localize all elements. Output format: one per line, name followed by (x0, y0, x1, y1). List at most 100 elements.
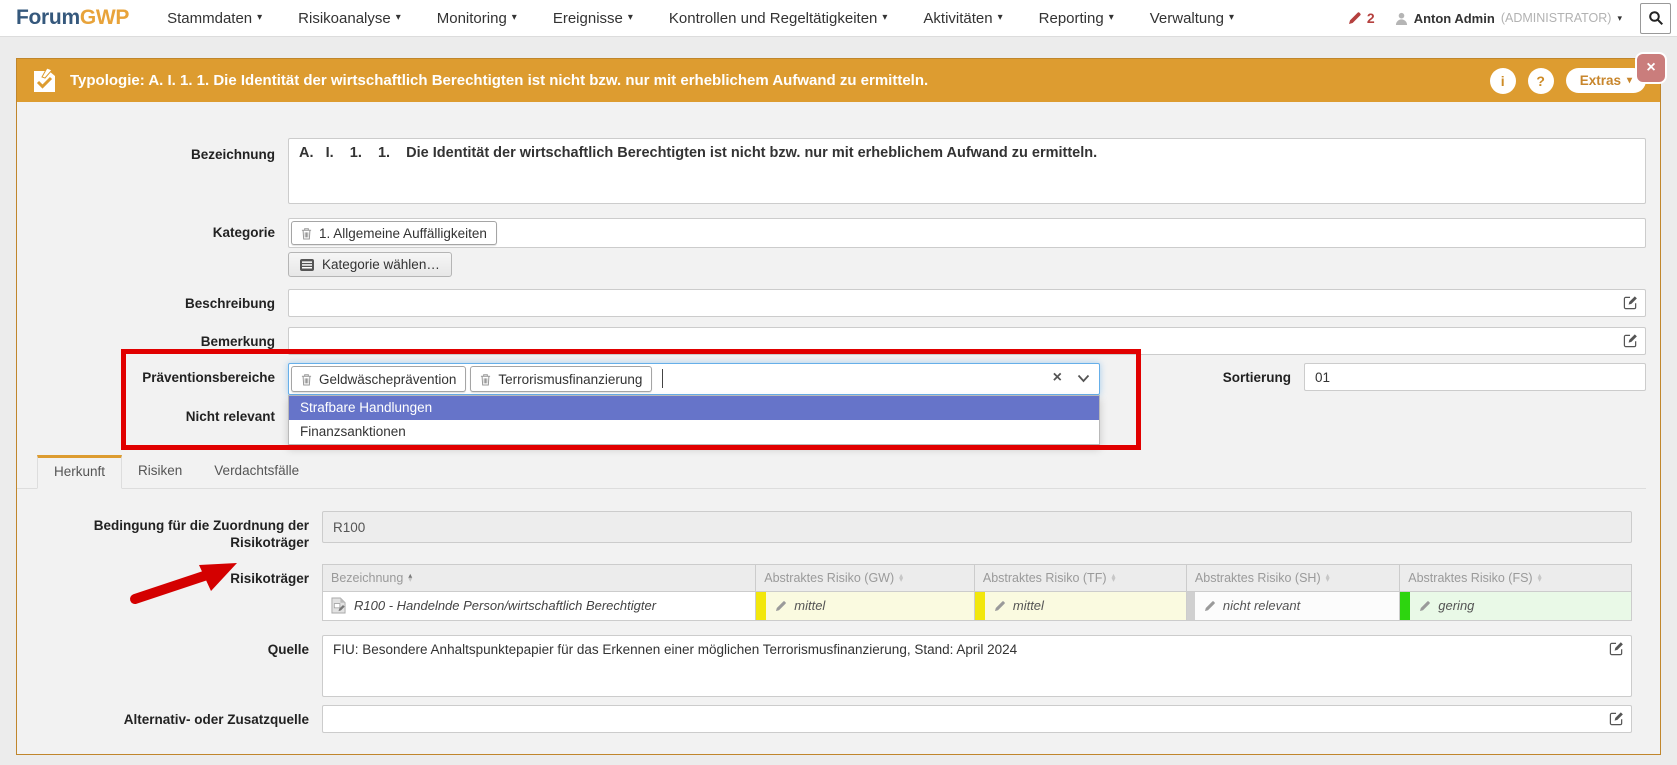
nav-item-risikoanalyse[interactable]: Risikoanalyse▾ (298, 10, 401, 27)
risk-value: mittel (1013, 598, 1044, 613)
dropdown-option-strafbare-handlungen[interactable]: Strafbare Handlungen (289, 396, 1099, 420)
edit-icon[interactable] (1609, 711, 1624, 726)
column-header-bezeichnung[interactable]: Bezeichnung ▴▾ (323, 564, 756, 591)
search-button[interactable] (1640, 3, 1671, 34)
nav-item-label: Reporting (1039, 10, 1104, 27)
sort-desc-icon: ▾ (899, 578, 903, 582)
extras-button[interactable]: Extras▾ (1566, 68, 1646, 93)
kategorie-tag[interactable]: 1. Allgemeine Auffälligkeiten (291, 221, 497, 245)
bemerkung-label: Bemerkung (17, 327, 288, 351)
list-icon (300, 259, 314, 271)
cell-risiko-tf[interactable]: mittel (974, 591, 1186, 620)
column-header-risiko-tf[interactable]: Abstraktes Risiko (TF)▴▾ (974, 564, 1186, 591)
column-header-risiko-sh[interactable]: Abstraktes Risiko (SH)▴▾ (1186, 564, 1399, 591)
nav-item-label: Aktivitäten (923, 10, 992, 27)
help-icon: ? (1536, 73, 1545, 89)
close-button[interactable]: × (1635, 52, 1667, 84)
quelle-textarea[interactable]: FIU: Besondere Anhaltspunktepapier für d… (322, 635, 1632, 697)
column-header-risiko-fs[interactable]: Abstraktes Risiko (FS)▴▾ (1400, 564, 1632, 591)
sort-desc-icon: ▾ (1326, 578, 1330, 582)
info-button[interactable]: i (1490, 68, 1516, 94)
tab-pane-herkunft: Bedingung für die Zuordnung der Risikotr… (17, 489, 1646, 733)
caret-down-icon: ▾ (1617, 13, 1622, 24)
risk-value: nicht relevant (1223, 598, 1300, 613)
nav-item-verwaltung[interactable]: Verwaltung▾ (1150, 10, 1234, 27)
praeventionsbereiche-label: Präventionsbereiche (17, 363, 288, 387)
quelle-row: Quelle FIU: Besondere Anhaltspunktepapie… (17, 635, 1632, 697)
risk-carrier-file-icon (331, 597, 346, 614)
user-role: (ADMINISTRATOR) (1501, 11, 1612, 25)
sort-icons: ▴▾ (408, 574, 412, 583)
user-name: Anton Admin (1414, 11, 1495, 26)
bedingung-label: Bedingung für die Zuordnung der Risikotr… (17, 511, 322, 552)
risk-value: gering (1438, 598, 1474, 613)
cell-bezeichnung[interactable]: R100 - Handelnde Person/wirtschaftlich B… (323, 591, 756, 620)
alternativquelle-input[interactable] (322, 705, 1632, 733)
kategorie-waehlen-button[interactable]: Kategorie wählen… (288, 252, 452, 277)
sort-icons: ▴▾ (899, 574, 903, 583)
risk-level-color-bar (975, 592, 985, 620)
bemerkung-input[interactable] (288, 327, 1646, 355)
app-logo[interactable]: ForumGWP (16, 6, 129, 30)
nav-item-reporting[interactable]: Reporting ▾ (1039, 10, 1114, 27)
logo-part-gwp: GWP (80, 6, 129, 29)
nav-item-label: Stammdaten (167, 10, 252, 27)
trash-icon (301, 373, 312, 386)
edit-icon[interactable] (1623, 333, 1638, 348)
risikotraeger-label: Risikoträger (17, 564, 322, 588)
clear-icon[interactable]: × (1053, 370, 1062, 386)
dropdown-option-finanzsanktionen[interactable]: Finanzsanktionen (289, 420, 1099, 444)
chevron-down-icon[interactable] (1077, 374, 1090, 383)
risk-level-color-bar (756, 592, 766, 620)
tag-label: Terrorismusfinanzierung (498, 372, 642, 387)
bezeichnung-label: Bezeichnung (17, 138, 288, 164)
bezeichnung-textarea[interactable]: A. I. 1. 1. Die Identität der wirtschaft… (288, 138, 1646, 204)
nav-item-ereignisse[interactable]: Ereignisse▾ (553, 10, 633, 27)
praeventionsbereiche-multiselect[interactable]: Geldwäscheprävention Terrorismusfinanzie… (288, 363, 1100, 395)
help-button[interactable]: ? (1528, 68, 1554, 94)
tab-herkunft[interactable]: Herkunft (37, 455, 122, 489)
nav-item-stammdaten[interactable]: Stammdaten▾ (167, 10, 262, 27)
pending-edits-badge[interactable]: 2 (1348, 10, 1375, 26)
risikotraeger-table: Bezeichnung ▴▾ Abstraktes Risiko (GW) ▴▾ A… (322, 564, 1632, 621)
cell-risiko-sh[interactable]: nicht relevant (1186, 591, 1399, 620)
column-header-label: Bezeichnung (331, 571, 403, 585)
sort-icons: ▴▾ (1538, 574, 1542, 583)
praeventionsbereiche-dropdown: Strafbare Handlungen Finanzsanktionen (288, 395, 1100, 445)
nav-item-label: Verwaltung (1150, 10, 1224, 27)
alternativquelle-row: Alternativ- oder Zusatzquelle (17, 705, 1632, 733)
nav-item-kontrollen[interactable]: Kontrollen und Regeltätigkeiten▾ (669, 10, 888, 27)
nav-item-monitoring[interactable]: Monitoring▾ (437, 10, 517, 27)
nav-item-label: Risikoanalyse (298, 10, 391, 27)
kategorie-tagbox[interactable]: 1. Allgemeine Auffälligkeiten (288, 218, 1646, 248)
nav-item-aktivitaeten[interactable]: Aktivitäten▾ (923, 10, 1002, 27)
praeventionsbereich-tag-geldwaesche[interactable]: Geldwäscheprävention (291, 366, 466, 392)
trash-icon (301, 227, 312, 240)
beschreibung-input[interactable] (288, 289, 1646, 317)
kategorie-label: Kategorie (17, 218, 288, 242)
kategorie-waehlen-label: Kategorie wählen… (322, 257, 440, 272)
tab-risiken[interactable]: Risiken (122, 455, 198, 489)
column-header-label: Abstraktes Risiko (TF) (983, 571, 1107, 585)
table-row[interactable]: R100 - Handelnde Person/wirtschaftlich B… (323, 591, 1632, 620)
column-header-risiko-gw[interactable]: Abstraktes Risiko (GW) ▴▾ (756, 564, 975, 591)
cell-risiko-gw[interactable]: mittel (756, 591, 975, 620)
praeventionsbereiche-row: Präventionsbereiche Geldwäscheprävention… (17, 363, 1646, 395)
tab-verdachtsfaelle[interactable]: Verdachtsfälle (198, 455, 315, 489)
praeventionsbereich-tag-terrorismus[interactable]: Terrorismusfinanzierung (470, 366, 652, 392)
edit-icon[interactable] (1623, 295, 1638, 310)
column-header-label: Abstraktes Risiko (GW) (764, 571, 894, 585)
user-menu[interactable]: Anton Admin (ADMINISTRATOR) ▾ (1395, 11, 1622, 26)
main-menu: Stammdaten▾ Risikoanalyse▾ Monitoring▾ E… (167, 10, 1234, 27)
sortierung-input[interactable]: 01 (1304, 363, 1646, 391)
typologie-document-icon (31, 67, 58, 94)
cell-risiko-fs[interactable]: gering (1400, 591, 1632, 620)
edit-icon[interactable] (1609, 641, 1624, 656)
pencil-icon (1419, 600, 1431, 612)
typologie-dialog: × Typologie: A. I. 1. 1. Die Identität d… (16, 58, 1661, 755)
beschreibung-row: Beschreibung (17, 289, 1646, 317)
nav-item-label: Ereignisse (553, 10, 623, 27)
bedingung-row: Bedingung für die Zuordnung der Risikotr… (17, 511, 1632, 552)
caret-down-icon: ▾ (1109, 13, 1114, 23)
column-header-label: Abstraktes Risiko (SH) (1195, 571, 1321, 585)
